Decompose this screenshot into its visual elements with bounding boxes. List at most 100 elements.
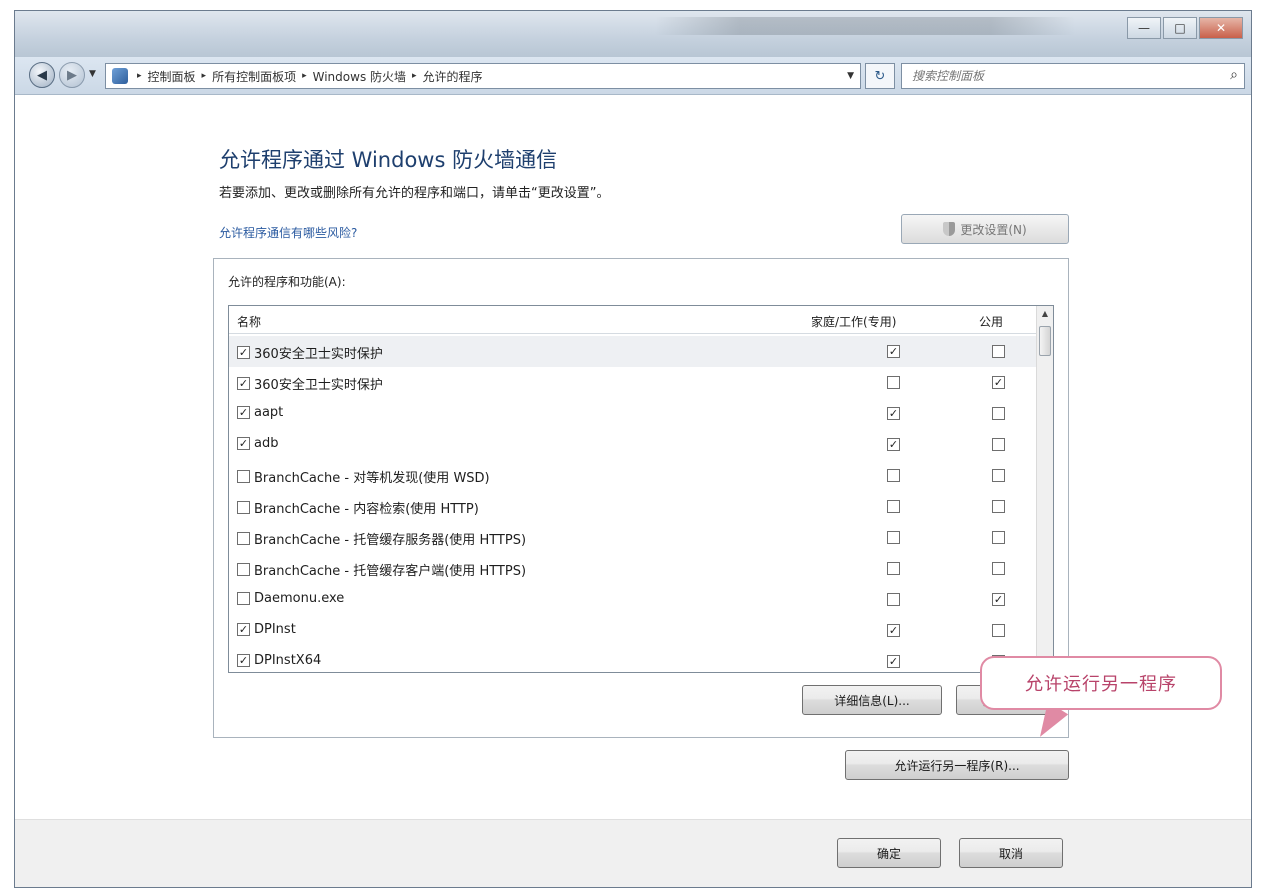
home-work-checkbox[interactable] (887, 407, 900, 420)
program-name: adb (254, 436, 279, 451)
program-name-cell: BranchCache - 托管缓存服务器(使用 HTTPS) (237, 529, 526, 548)
public-checkbox[interactable] (992, 593, 1005, 606)
program-name-cell: BranchCache - 对等机发现(使用 WSD) (237, 467, 490, 486)
list-item[interactable]: DPInst (229, 615, 1037, 646)
column-header-name[interactable]: 名称 (237, 313, 261, 330)
home-work-checkbox[interactable] (887, 469, 900, 482)
program-name: 360安全卫士实时保护 (254, 347, 383, 362)
scroll-up-icon[interactable]: ▲ (1037, 306, 1053, 322)
public-checkbox[interactable] (992, 624, 1005, 637)
enable-checkbox[interactable] (237, 592, 250, 605)
window-controls: — □ ✕ (1127, 17, 1243, 39)
minimize-button[interactable]: — (1127, 17, 1161, 39)
breadcrumb-separator-icon[interactable]: ▸ (302, 71, 307, 81)
enable-checkbox[interactable] (237, 563, 250, 576)
back-arrow-icon: ◀ (37, 67, 47, 83)
program-name: BranchCache - 对等机发现(使用 WSD) (254, 471, 490, 486)
program-name-cell: aapt (237, 405, 283, 420)
enable-checkbox[interactable] (237, 532, 250, 545)
risks-link[interactable]: 允许程序通信有哪些风险? (219, 224, 357, 241)
refresh-icon: ↻ (874, 68, 886, 84)
public-checkbox[interactable] (992, 469, 1005, 482)
allowed-programs-label: 允许的程序和功能(A): (228, 275, 346, 289)
list-item[interactable]: BranchCache - 内容检索(使用 HTTP) (229, 491, 1037, 522)
allow-another-program-button[interactable]: 允许运行另一程序(R)... (845, 750, 1069, 780)
public-checkbox[interactable] (992, 438, 1005, 451)
enable-checkbox[interactable] (237, 501, 250, 514)
home-work-checkbox[interactable] (887, 438, 900, 451)
list-item[interactable]: 360安全卫士实时保护 (229, 336, 1037, 367)
list-item[interactable]: aapt (229, 398, 1037, 429)
breadcrumb-allowed-programs[interactable]: 允许的程序 (423, 68, 483, 85)
search-box[interactable]: ⌕ (901, 63, 1245, 89)
public-checkbox[interactable] (992, 345, 1005, 358)
list-item[interactable]: BranchCache - 托管缓存客户端(使用 HTTPS) (229, 553, 1037, 584)
breadcrumb-all-items[interactable]: 所有控制面板项 (212, 68, 296, 85)
home-work-checkbox[interactable] (887, 593, 900, 606)
address-dropdown-icon[interactable]: ▼ (847, 71, 854, 81)
enable-checkbox[interactable] (237, 623, 250, 636)
vertical-scrollbar[interactable]: ▲ (1036, 306, 1053, 672)
enable-checkbox[interactable] (237, 377, 250, 390)
public-checkbox[interactable] (992, 562, 1005, 575)
enable-checkbox[interactable] (237, 437, 250, 450)
scrollbar-thumb[interactable] (1039, 326, 1051, 356)
public-checkbox[interactable] (992, 407, 1005, 420)
list-item[interactable]: adb (229, 429, 1037, 460)
home-work-checkbox[interactable] (887, 655, 900, 668)
close-button[interactable]: ✕ (1199, 17, 1243, 39)
cancel-button[interactable]: 取消 (959, 838, 1063, 868)
breadcrumb-control-panel[interactable]: 控制面板 (148, 68, 196, 85)
program-name-cell: Daemonu.exe (237, 591, 344, 606)
page-title: 允许程序通过 Windows 防火墙通信 (219, 148, 558, 172)
allowed-programs-group: 允许的程序和功能(A): 名称 家庭/工作(专用) 公用 360安全卫士实时保护… (213, 258, 1069, 738)
recent-pages-dropdown-icon[interactable]: ▼ (89, 69, 96, 79)
home-work-checkbox[interactable] (887, 376, 900, 389)
maximize-button[interactable]: □ (1163, 17, 1197, 39)
breadcrumb[interactable]: ▸ 控制面板 ▸ 所有控制面板项 ▸ Windows 防火墙 ▸ 允许的程序 ▼ (105, 63, 861, 89)
enable-checkbox[interactable] (237, 470, 250, 483)
enable-checkbox[interactable] (237, 346, 250, 359)
program-name: DPInst (254, 622, 296, 637)
breadcrumb-separator-icon[interactable]: ▸ (412, 71, 417, 81)
search-icon[interactable]: ⌕ (1230, 67, 1238, 83)
forward-arrow-icon: ▶ (67, 67, 77, 83)
home-work-checkbox[interactable] (887, 345, 900, 358)
column-header-home-work[interactable]: 家庭/工作(专用) (811, 313, 896, 330)
program-name: 360安全卫士实时保护 (254, 378, 383, 393)
public-checkbox[interactable] (992, 531, 1005, 544)
home-work-checkbox[interactable] (887, 531, 900, 544)
home-work-checkbox[interactable] (887, 500, 900, 513)
program-name: BranchCache - 托管缓存客户端(使用 HTTPS) (254, 564, 527, 579)
enable-checkbox[interactable] (237, 406, 250, 419)
title-bar-blurred-text (655, 17, 1075, 35)
instruction-text: 若要添加、更改或删除所有允许的程序和端口，请单击“更改设置”。 (219, 186, 610, 201)
list-item[interactable]: Daemonu.exe (229, 584, 1037, 615)
refresh-button[interactable]: ↻ (865, 63, 895, 89)
breadcrumb-windows-firewall[interactable]: Windows 防火墙 (313, 68, 406, 85)
control-panel-icon (112, 68, 128, 84)
public-checkbox[interactable] (992, 500, 1005, 513)
forward-button[interactable]: ▶ (59, 62, 85, 88)
change-settings-label: 更改设置(N) (960, 222, 1027, 237)
home-work-checkbox[interactable] (887, 624, 900, 637)
home-work-checkbox[interactable] (887, 562, 900, 575)
program-name-cell: BranchCache - 内容检索(使用 HTTP) (237, 498, 479, 517)
title-bar: — □ ✕ (15, 11, 1251, 57)
column-header-public[interactable]: 公用 (979, 313, 1003, 330)
list-item[interactable]: 360安全卫士实时保护 (229, 367, 1037, 398)
breadcrumb-separator-icon[interactable]: ▸ (137, 71, 142, 81)
enable-checkbox[interactable] (237, 654, 250, 667)
list-item[interactable]: DPInstX64 (229, 646, 1037, 672)
ok-button[interactable]: 确定 (837, 838, 941, 868)
list-item[interactable]: BranchCache - 托管缓存服务器(使用 HTTPS) (229, 522, 1037, 553)
back-button[interactable]: ◀ (29, 62, 55, 88)
allowed-programs-list[interactable]: 名称 家庭/工作(专用) 公用 360安全卫士实时保护 360安全卫士实时保护 aa… (228, 305, 1054, 673)
search-input[interactable] (910, 64, 1210, 88)
list-header: 名称 家庭/工作(专用) 公用 (229, 306, 1037, 334)
breadcrumb-separator-icon[interactable]: ▸ (202, 71, 207, 81)
list-item[interactable]: BranchCache - 对等机发现(使用 WSD) (229, 460, 1037, 491)
details-button[interactable]: 详细信息(L)... (802, 685, 942, 715)
program-name: aapt (254, 405, 284, 420)
public-checkbox[interactable] (992, 376, 1005, 389)
